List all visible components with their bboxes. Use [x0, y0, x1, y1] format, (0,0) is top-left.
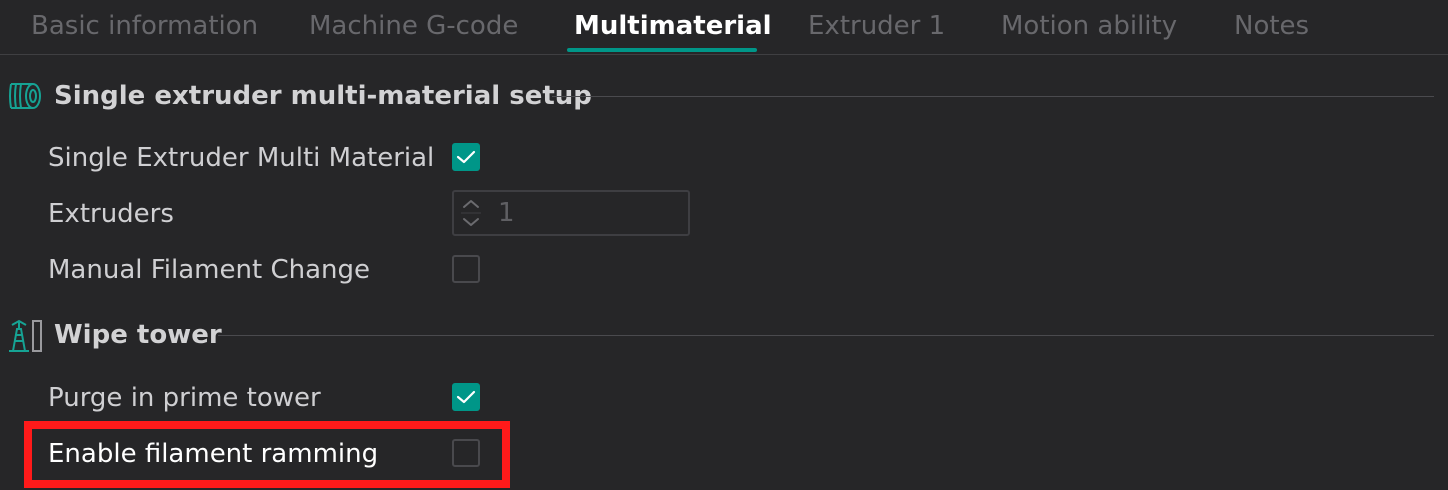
section-divider — [552, 96, 1434, 97]
filament-spool-icon — [7, 78, 43, 114]
tab-basic-information[interactable]: Basic information — [31, 0, 258, 54]
extruders-spinner[interactable]: 1 — [452, 190, 690, 236]
section-divider — [218, 335, 1434, 336]
enable-filament-ramming-checkbox[interactable] — [452, 439, 480, 467]
active-tab-indicator — [567, 48, 757, 52]
section-header-multimaterial: Single extruder multi-material setup — [0, 74, 1448, 118]
option-row-purge-in-prime-tower: Purge in prime tower — [0, 373, 1448, 423]
single-extruder-multi-material-checkbox[interactable] — [452, 143, 480, 171]
checkmark-icon — [456, 150, 476, 164]
option-label: Purge in prime tower — [48, 383, 321, 413]
option-label: Single Extruder Multi Material — [48, 143, 435, 173]
option-label: Extruders — [48, 199, 174, 229]
checkmark-icon — [456, 390, 476, 404]
tab-notes[interactable]: Notes — [1234, 0, 1309, 54]
section-title: Single extruder multi-material setup — [54, 81, 592, 111]
manual-filament-change-checkbox[interactable] — [452, 255, 480, 283]
extruders-value: 1 — [498, 198, 515, 228]
tab-machine-gcode[interactable]: Machine G-code — [309, 0, 518, 54]
option-row-extruders: Extruders 1 — [0, 189, 1448, 239]
section-title: Wipe tower — [54, 320, 222, 350]
option-label: Manual Filament Change — [48, 255, 370, 285]
option-row-single-extruder-multi-material: Single Extruder Multi Material — [0, 133, 1448, 183]
tab-bar: Basic information Machine G-code Multima… — [0, 0, 1448, 55]
spin-arrows-icon[interactable] — [456, 194, 486, 232]
tab-multimaterial[interactable]: Multimaterial — [574, 0, 772, 54]
option-label: Enable filament ramming — [48, 439, 379, 469]
tab-extruder-1[interactable]: Extruder 1 — [808, 0, 945, 54]
option-row-enable-filament-ramming: Enable filament ramming — [0, 429, 1448, 479]
purge-in-prime-tower-checkbox[interactable] — [452, 383, 480, 411]
option-row-manual-filament-change: Manual Filament Change — [0, 245, 1448, 295]
wipe-tower-icon — [7, 317, 43, 353]
section-header-wipe-tower: Wipe tower — [0, 313, 1448, 357]
tab-motion-ability[interactable]: Motion ability — [1001, 0, 1177, 54]
